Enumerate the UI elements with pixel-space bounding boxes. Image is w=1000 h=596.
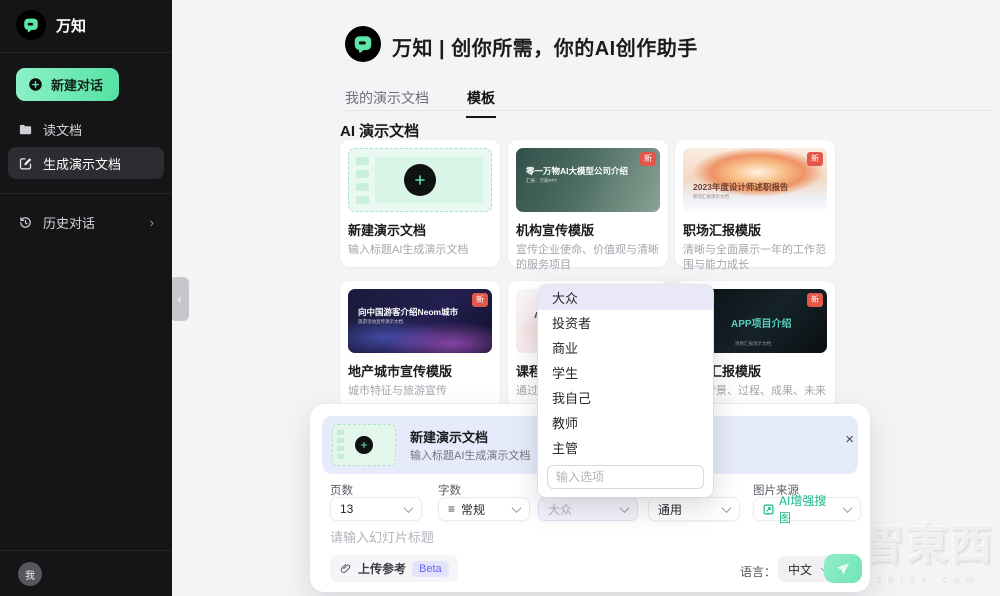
new-badge: 新 [640, 152, 656, 166]
dropdown-option[interactable]: 商业 [538, 335, 713, 360]
paper-plane-icon [835, 561, 851, 577]
beta-badge: Beta [412, 561, 449, 577]
send-button[interactable] [824, 554, 862, 583]
scene-select[interactable]: 通用 [648, 497, 740, 521]
card-template-work-report[interactable]: 2023年度设计师述职报告 职场汇报演示文档 新 职场汇报模版 清晰与全面展示一… [675, 140, 835, 267]
card-title: 地产城市宣传模版 [348, 361, 492, 380]
card-new-presentation[interactable]: 新建演示文档 输入标题AI生成演示文档 [340, 140, 500, 267]
card-template-org-promo[interactable]: 零一万物AI大模型公司介绍 汇报：万知PPT 新 机构宣传模版 宣传企业使命、价… [508, 140, 668, 267]
sidebar-logo: 万知 [0, 0, 172, 52]
upload-reference-button[interactable]: 上传参考 Beta [330, 555, 458, 582]
image-enhance-icon [763, 504, 774, 515]
sidebar-collapse-handle[interactable]: ‹ [170, 277, 189, 321]
dropdown-option[interactable]: 主管 [538, 435, 713, 460]
dropdown-option[interactable]: 投资者 [538, 310, 713, 335]
user-avatar[interactable]: 我 [18, 562, 42, 586]
history-icon [18, 215, 33, 230]
sidebar: 万知 新建对话 读文档 生成演示文档 历史对话 › 我 [0, 0, 172, 596]
card-title: 机构宣传模版 [516, 220, 660, 239]
brand-name: 万知 [56, 15, 86, 36]
plus-icon [404, 164, 436, 196]
sidebar-item-label: 历史对话 [43, 213, 95, 232]
tabs-divider [345, 110, 994, 111]
page-logo-icon [345, 26, 381, 62]
template-thumbnail: 零一万物AI大模型公司介绍 汇报：万知PPT 新 [516, 148, 660, 212]
card-subtitle: 城市特征与旅游宣传 [348, 384, 492, 399]
language-label: 语言： [740, 563, 776, 580]
card-template-city-promo[interactable]: 向中国游客介绍Neom城市 旅游活动宣传演示文档 新 地产城市宣传模版 城市特征… [340, 281, 500, 408]
folder-icon [18, 122, 33, 137]
sidebar-item-label: 生成演示文档 [43, 154, 121, 173]
section-title: AI 演示文档 [340, 120, 419, 141]
sidebar-item-history[interactable]: 历史对话 › [8, 206, 164, 238]
chevron-down-icon [620, 503, 630, 513]
words-label: 字数 [438, 482, 461, 498]
plus-circle-icon [28, 77, 43, 92]
sidebar-item-generate-slides[interactable]: 生成演示文档 [8, 147, 164, 179]
sidebar-divider [0, 52, 172, 53]
panel-subtitle: 输入标题AI生成演示文档 [410, 447, 530, 463]
mini-thumbnail [332, 424, 396, 466]
watermark: 智東西 zhidx.com [862, 511, 994, 584]
close-icon[interactable]: × [845, 432, 854, 447]
plus-icon [355, 436, 373, 454]
card-title: 职场汇报模版 [683, 220, 827, 239]
new-badge: 新 [807, 152, 823, 166]
watermark-url: zhidx.com [862, 574, 994, 584]
sidebar-divider [0, 193, 172, 194]
card-subtitle: 清晰与全面展示一年的工作范围与能力成长 [683, 243, 827, 273]
new-chat-label: 新建对话 [51, 75, 103, 94]
sidebar-footer: 我 [0, 550, 172, 596]
dropdown-option[interactable]: 教师 [538, 410, 713, 435]
new-chat-button[interactable]: 新建对话 [16, 68, 119, 101]
panel-title: 新建演示文档 [410, 427, 488, 446]
app-window: 万知 新建对话 读文档 生成演示文档 历史对话 › 我 ‹ [0, 0, 1000, 596]
chevron-down-icon [512, 503, 522, 513]
new-presentation-thumbnail [348, 148, 492, 212]
pages-select[interactable]: 13 [330, 497, 422, 521]
sidebar-divider [0, 550, 172, 551]
edit-icon [18, 156, 33, 171]
tab-templates[interactable]: 模板 [467, 88, 495, 118]
lines-icon: ≡ [448, 502, 455, 516]
dropdown-option[interactable]: 大众 [538, 285, 713, 310]
words-select[interactable]: ≡ 常规 [438, 497, 530, 521]
wanzhi-logo-icon [16, 10, 46, 40]
template-thumbnail: 向中国游客介绍Neom城市 旅游活动宣传演示文档 新 [348, 289, 492, 353]
dropdown-option[interactable]: 学生 [538, 360, 713, 385]
chevron-left-icon: ‹ [178, 292, 182, 306]
slide-title-input[interactable] [330, 530, 760, 545]
paperclip-icon [339, 562, 352, 575]
image-source-select[interactable]: AI增强搜图 [753, 497, 861, 521]
dropdown-option[interactable]: 我自己 [538, 385, 713, 410]
audience-select[interactable]: 大众 [538, 497, 638, 521]
sidebar-item-read-doc[interactable]: 读文档 [8, 113, 164, 145]
watermark-text: 智東西 [862, 511, 994, 572]
card-subtitle: 输入标题AI生成演示文档 [348, 243, 492, 258]
pages-label: 页数 [330, 482, 353, 498]
upload-reference-label: 上传参考 [358, 560, 406, 577]
chevron-down-icon [843, 503, 853, 513]
sidebar-item-label: 读文档 [43, 120, 82, 139]
card-title: 新建演示文档 [348, 220, 492, 239]
tab-my-documents[interactable]: 我的演示文档 [345, 88, 429, 118]
card-subtitle: 宣传企业使命、价值观与清晰的服务项目 [516, 243, 660, 273]
chevron-down-icon [404, 503, 414, 513]
template-thumbnail: 2023年度设计师述职报告 职场汇报演示文档 新 [683, 148, 827, 212]
audience-dropdown: 大众 投资者 商业 学生 我自己 教师 主管 [538, 285, 713, 497]
new-badge: 新 [472, 293, 488, 307]
chevron-right-icon: › [150, 215, 154, 230]
custom-option-input[interactable] [547, 465, 704, 489]
page-title: 万知 | 创你所需，你的AI创作助手 [392, 32, 698, 61]
tab-bar: 我的演示文档 模板 [345, 88, 495, 118]
new-badge: 新 [807, 293, 823, 307]
chevron-down-icon [722, 503, 732, 513]
